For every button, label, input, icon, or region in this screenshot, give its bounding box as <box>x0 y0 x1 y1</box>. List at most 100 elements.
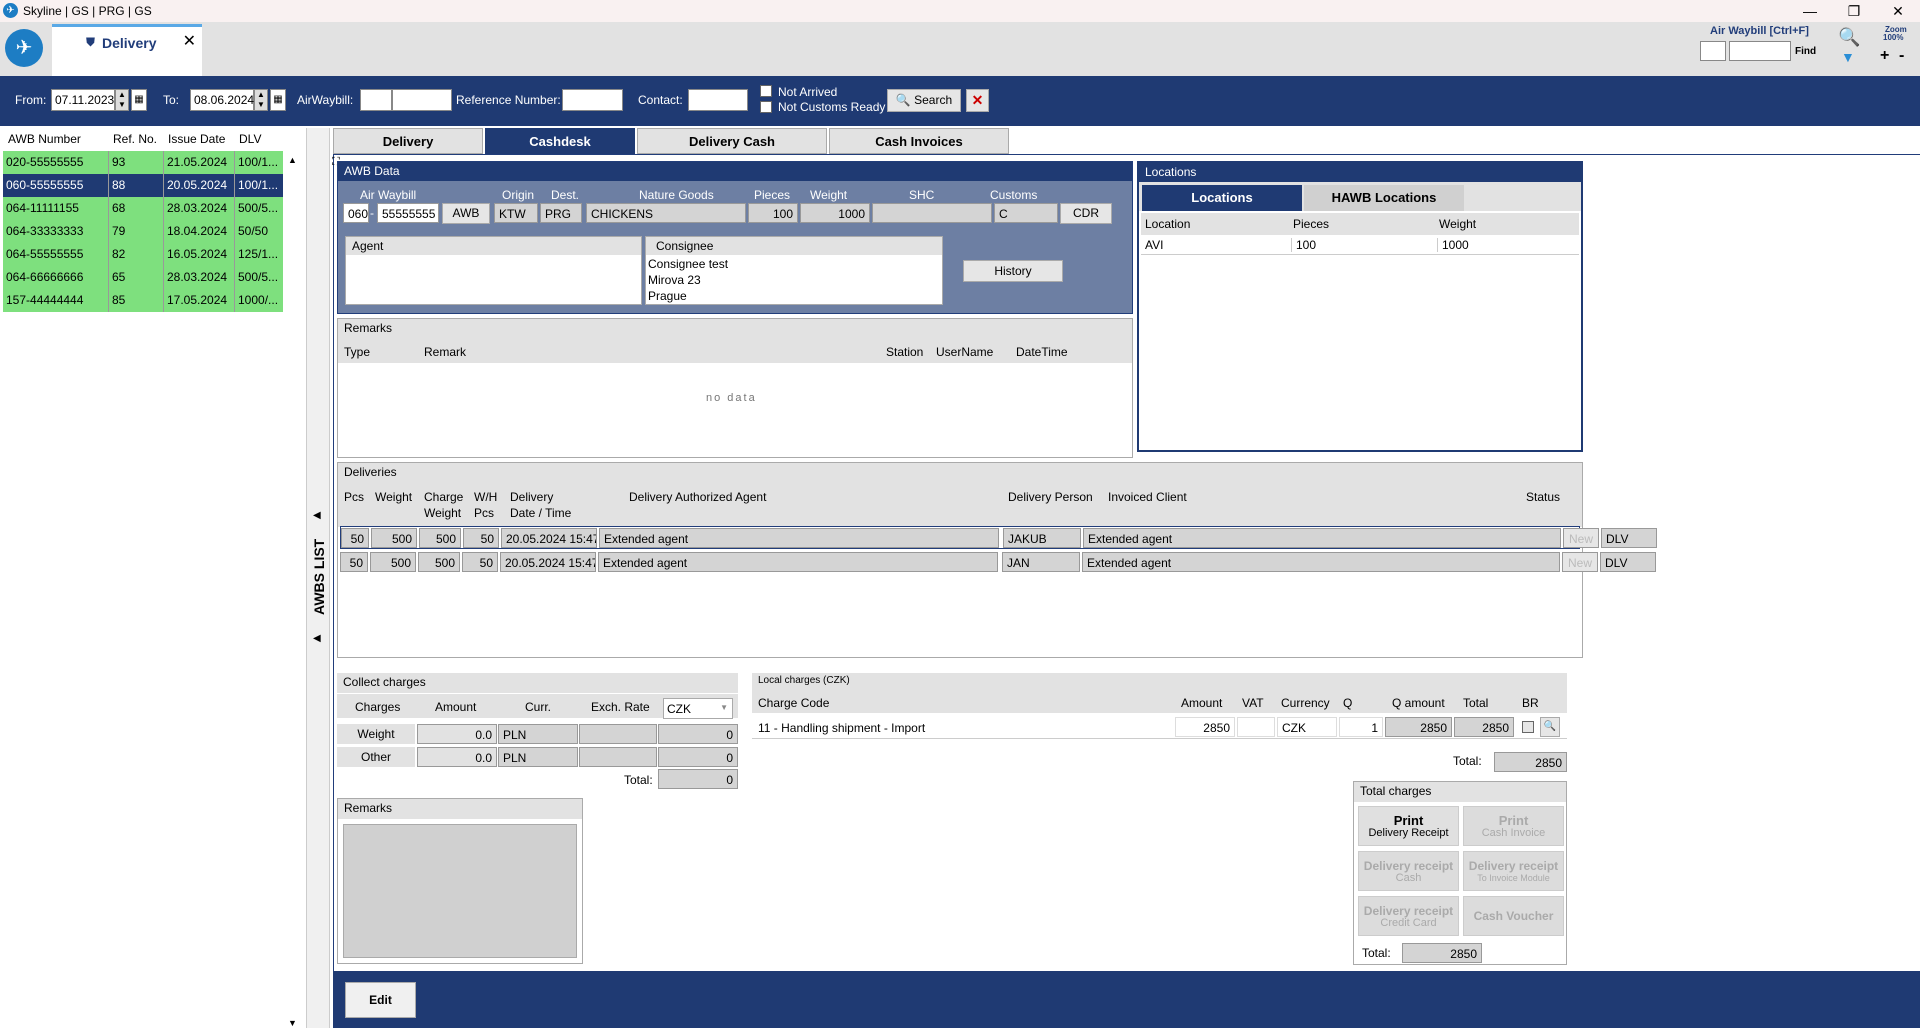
list-item[interactable]: 060-55555555 88 20.05.2024 100/1... <box>3 174 283 197</box>
charge-q[interactable]: 1 <box>1339 717 1383 737</box>
list-item[interactable]: 064-66666666 65 28.03.2024 500/5... <box>3 266 283 289</box>
delivery-receipt-card-button[interactable]: Delivery receipt Credit Card <box>1358 896 1459 936</box>
agent-box: Agent <box>345 236 642 305</box>
list-item[interactable]: 157-44444444 85 17.05.2024 1000/... <box>3 289 283 312</box>
restore-button[interactable]: ❐ <box>1832 0 1876 22</box>
to-date-spinner[interactable]: ▲ ▼ <box>254 89 268 111</box>
deliveries-title: Deliveries <box>338 463 1582 483</box>
weight-amount[interactable]: 0.0 <box>417 724 497 744</box>
print-ci-sub: Cash Invoice <box>1481 827 1546 839</box>
delivery-cell-charge: 500 <box>418 552 460 572</box>
delivery-cell-person: JAKUB <box>1003 528 1081 548</box>
list-cell-awb: 064-66666666 <box>6 270 84 284</box>
drcc-title: Delivery receipt <box>1363 904 1454 918</box>
other-curr: PLN <box>498 747 578 767</box>
collapse-left-icon-2[interactable]: ◀ <box>313 633 321 644</box>
close-window-button[interactable]: ✕ <box>1876 0 1920 22</box>
cash-voucher-button[interactable]: Cash Voucher <box>1463 896 1564 936</box>
tab-delivery[interactable]: Delivery <box>333 128 483 154</box>
from-label: From: <box>15 93 47 107</box>
minimize-button[interactable]: — <box>1788 0 1832 22</box>
list-item[interactable]: 064-55555555 82 16.05.2024 125/1... <box>3 243 283 266</box>
col-header-ref[interactable]: Ref. No. <box>113 132 157 146</box>
reference-input[interactable] <box>562 89 623 111</box>
print-delivery-receipt-button[interactable]: Print Delivery Receipt <box>1358 806 1459 846</box>
cash-remarks-textarea[interactable] <box>343 824 577 958</box>
tab-cashdesk[interactable]: Cashdesk <box>485 128 635 154</box>
history-button[interactable]: History <box>963 260 1063 282</box>
col-header-awb[interactable]: AWB Number <box>8 132 81 146</box>
close-tab-icon[interactable]: ✕ <box>183 31 196 51</box>
charge-amount[interactable]: 2850 <box>1175 717 1235 737</box>
tab-locations[interactable]: Locations <box>1142 185 1302 211</box>
expand-down-icon[interactable]: ▼ <box>1841 49 1855 65</box>
col-header-dlv[interactable]: DLV <box>239 132 261 146</box>
charge-vat[interactable] <box>1237 717 1275 737</box>
delivery-cell-pcs: 50 <box>340 552 368 572</box>
local-title: Local charges (CZK) <box>752 673 1567 691</box>
scroll-down-icon[interactable]: ▼ <box>288 1018 297 1028</box>
from-date-input[interactable]: 07.11.2023 <box>51 89 115 111</box>
from-calendar-icon[interactable]: ▦ <box>131 89 147 111</box>
contact-input[interactable] <box>688 89 748 111</box>
list-item[interactable]: 064-11111155 68 28.03.2024 500/5... <box>3 197 283 220</box>
list-item[interactable]: 064-33333333 79 18.04.2024 50/50 <box>3 220 283 243</box>
tab-delivery-cash[interactable]: Delivery Cash <box>637 128 827 154</box>
currency-select[interactable]: CZK ▼ <box>663 698 733 719</box>
delivery-cell-new[interactable]: New <box>1563 528 1599 548</box>
not-arrived-checkbox[interactable] <box>760 85 772 97</box>
awb-find-number[interactable] <box>1729 41 1791 61</box>
print-cash-invoice-button[interactable]: Print Cash Invoice <box>1463 806 1564 846</box>
h-charge-code: Charge Code <box>758 696 830 710</box>
awb-prefix[interactable]: 060 <box>343 203 369 223</box>
br-checkbox[interactable] <box>1522 721 1534 733</box>
find-button[interactable]: Find <box>1795 46 1816 57</box>
delivery-cell-wh: 50 <box>462 552 498 572</box>
scroll-up-icon[interactable]: ▲ <box>288 155 297 165</box>
search-button[interactable]: 🔍 Search <box>887 89 961 112</box>
to-date-input[interactable]: 08.06.2024 <box>190 89 254 111</box>
local-total-sum: 2850 <box>1494 752 1567 772</box>
local-charge-row[interactable]: 11 - Handling shipment - Import 2850 CZK… <box>752 715 1567 739</box>
h-q: Q <box>1343 696 1353 710</box>
drc-sub: Cash <box>1395 872 1422 884</box>
title-bar: ✈ Skyline | GS | PRG | GS — ❐ ✕ <box>0 0 1920 22</box>
table-row[interactable]: 505005005020.05.2024 15:47:07Extended ag… <box>340 551 1656 574</box>
tab-delivery-module[interactable]: ⛊ Delivery ✕ <box>52 24 202 76</box>
tab-hawb-locations[interactable]: HAWB Locations <box>1304 185 1464 211</box>
to-calendar-icon[interactable]: ▦ <box>270 89 286 111</box>
clear-filter-button[interactable]: ✕ <box>966 89 989 112</box>
awb-find-prefix[interactable] <box>1700 41 1726 61</box>
list-cell-date: 28.03.2024 <box>163 266 227 289</box>
awb-button[interactable]: AWB <box>442 203 490 224</box>
table-row[interactable]: 505005005020.05.2024 15:47:04Extended ag… <box>340 526 1657 549</box>
tab-cash-invoices[interactable]: Cash Invoices <box>829 128 1009 154</box>
airwaybill-prefix-input[interactable] <box>360 89 392 111</box>
airwaybill-number-input[interactable] <box>392 89 452 111</box>
awb-number[interactable]: 55555555 <box>377 203 439 223</box>
search-icon[interactable]: 🔍 <box>1838 27 1860 48</box>
delivery-cell-new[interactable]: New <box>1562 552 1598 572</box>
awbs-list-toggle[interactable]: ◀ AWBS LIST ◀ <box>306 128 330 1028</box>
charge-currency[interactable]: CZK <box>1277 717 1337 737</box>
other-amount[interactable]: 0.0 <box>417 747 497 767</box>
cdr-button[interactable]: CDR <box>1060 203 1112 224</box>
col-header-date[interactable]: Issue Date <box>168 132 225 146</box>
from-date-spinner[interactable]: ▲ ▼ <box>115 89 129 111</box>
h-invoiced-client: Invoiced Client <box>1108 490 1187 504</box>
zoom-out-button[interactable]: - <box>1899 47 1904 65</box>
not-customs-checkbox[interactable] <box>760 101 772 113</box>
h-local-total: Total <box>1463 696 1489 710</box>
delivery-receipt-cash-button[interactable]: Delivery receipt Cash <box>1358 851 1459 891</box>
charge-lookup-icon[interactable]: 🔍 <box>1540 717 1560 737</box>
edit-button[interactable]: Edit <box>345 982 416 1018</box>
delivery-receipt-invoice-button[interactable]: Delivery receipt To Invoice Module <box>1463 851 1564 891</box>
zoom-in-button[interactable]: + <box>1880 47 1889 65</box>
customs-field: C <box>994 203 1058 223</box>
location-row[interactable]: AVI 100 1000 <box>1141 235 1579 255</box>
delivery-cell-agent: Extended agent <box>599 528 999 548</box>
consignee-label: Consignee <box>646 237 942 255</box>
list-item[interactable]: 020-55555555 93 21.05.2024 100/1... <box>3 151 283 174</box>
list-cell-awb: 020-55555555 <box>6 155 84 169</box>
h-weight: Weight <box>810 188 848 202</box>
